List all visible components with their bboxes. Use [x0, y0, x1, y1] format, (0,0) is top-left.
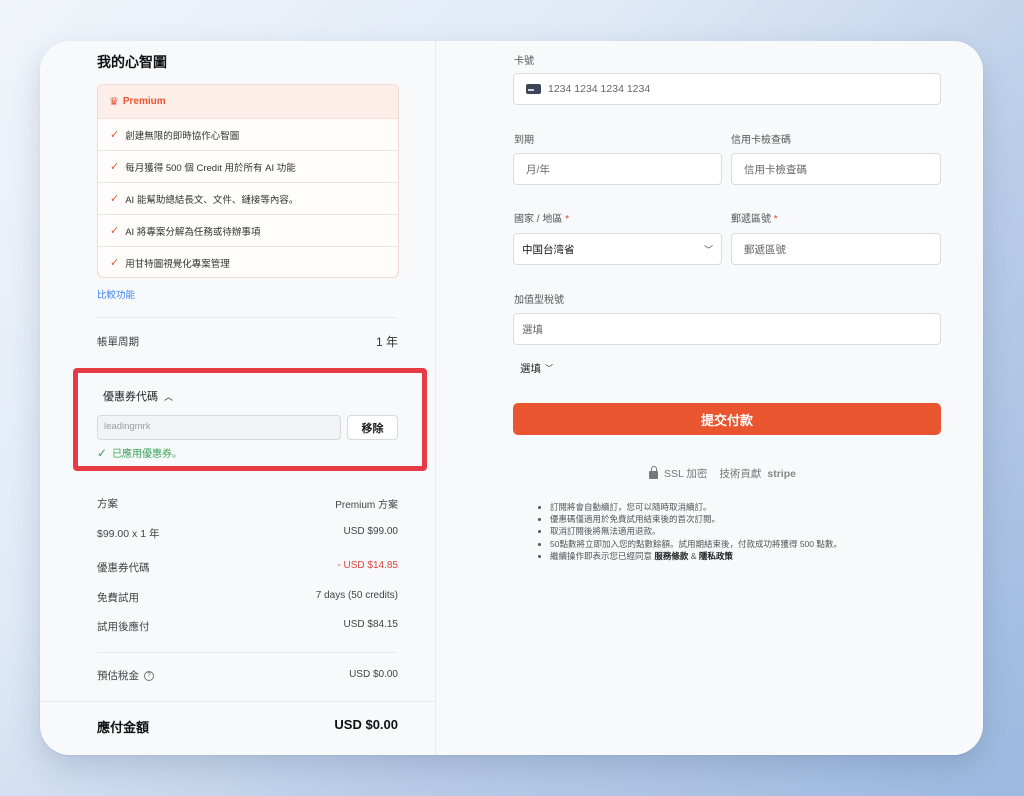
terms-link[interactable]: 服務條款 — [654, 551, 688, 561]
divider — [97, 317, 397, 318]
secure-badge: SSL 加密 技術貢獻 stripe — [649, 466, 796, 481]
terms-notes: 訂閱將會自動續訂，您可以隨時取消續訂。 優惠碼僅適用於免費試用結束後的首次訂閱。… — [540, 501, 930, 562]
summary-label: 試用後應付 — [97, 621, 150, 633]
summary-label: 免費試用 — [97, 592, 139, 604]
submit-payment-button[interactable]: 提交付款 — [513, 403, 941, 435]
check-icon: ✓ — [110, 161, 120, 173]
coupon-input[interactable]: leadingmrk — [97, 415, 341, 440]
check-icon: ✓ — [110, 225, 120, 237]
note-item: 50點數將立即加入您的點數餘額。試用期結束後，付款成功將獲得 500 點數。 — [550, 538, 930, 550]
note-item: 優惠碼僅適用於免費試用結束後的首次訂閱。 — [550, 513, 930, 525]
plan-features-box: ♛ Premium ✓ 創建無限的即時協作心智圖 ✓ 每月獲得 500 個 Cred… — [97, 84, 399, 278]
privacy-link[interactable]: 隱私政策 — [699, 551, 733, 561]
coupon-toggle[interactable]: 優惠券代碼 ︿ — [103, 388, 173, 404]
plan-name: Premium — [122, 96, 166, 107]
payment-form-panel: 卡號 1234 1234 1234 1234 到期 月/年 信用卡檢查碼 信用卡… — [436, 41, 983, 755]
card-number-input[interactable]: 1234 1234 1234 1234 — [513, 73, 941, 105]
note-item: 訂閱將會自動續訂，您可以隨時取消續訂。 — [550, 501, 930, 513]
lock-icon — [649, 466, 658, 479]
feature-item: ✓ AI 將專案分解為任務或待辦事項 — [98, 215, 398, 247]
summary-value: USD $99.00 — [343, 526, 398, 537]
zip-input[interactable]: 郵遞區號 — [731, 233, 941, 265]
billing-cycle-value[interactable]: 1 年 — [376, 333, 398, 350]
country-select[interactable]: 中国台湾省 ﹀ — [513, 233, 722, 265]
check-icon: ✓ — [110, 129, 120, 141]
order-summary-panel: 我的心智圖 ♛ Premium ✓ 創建無限的即時協作心智圖 ✓ 每月獲得 500 … — [40, 41, 436, 755]
expiry-input[interactable]: 月/年 — [513, 153, 722, 185]
billing-cycle-label: 帳單周期 — [97, 336, 139, 348]
chevron-down-icon: ﹀ — [703, 244, 713, 255]
discount-value: - USD $14.85 — [337, 560, 398, 571]
zip-label: 郵遞區號 * — [731, 214, 778, 225]
feature-item: ✓ 用甘特圖視覺化專案管理 — [110, 257, 230, 270]
card-number-label: 卡號 — [514, 56, 534, 67]
compare-features-link[interactable]: 比較功能 — [97, 287, 135, 301]
summary-label: $99.00 x 1 年 — [97, 528, 160, 540]
tax-value: USD $0.00 — [349, 669, 398, 680]
summary-value: USD $84.15 — [343, 619, 398, 630]
feature-item: ✓ AI 能幫助總結長文、文件、鏈接等內容。 — [98, 183, 398, 215]
feature-item: ✓ 每月獲得 500 個 Credit 用於所有 AI 功能 — [98, 151, 398, 183]
check-icon: ✓ — [110, 257, 120, 269]
cvc-input[interactable]: 信用卡檢查碼 — [731, 153, 941, 185]
divider — [97, 652, 397, 653]
expiry-label: 到期 — [514, 135, 534, 146]
cvc-label: 信用卡檢查碼 — [731, 135, 791, 146]
vat-input[interactable]: 選填 — [513, 313, 941, 345]
remove-coupon-button[interactable]: 移除 — [347, 415, 398, 440]
page-title: 我的心智圖 — [97, 54, 167, 70]
required-mark: * — [565, 214, 570, 225]
country-label: 國家 / 地區 * — [514, 214, 570, 225]
coupon-applied-status: ✓ 已應用優惠券。 — [97, 445, 183, 461]
feature-item: ✓ 創建無限的即時協作心智圖 — [98, 119, 398, 151]
check-icon: ✓ — [110, 193, 120, 205]
total-value: USD $0.00 — [334, 717, 398, 732]
checkout-card: 我的心智圖 ♛ Premium ✓ 創建無限的即時協作心智圖 ✓ 每月獲得 500 … — [40, 41, 983, 755]
note-item: 取消訂閱後將無法適用退款。 — [550, 525, 930, 537]
chevron-down-icon: ﹀ — [545, 364, 553, 373]
required-mark: * — [773, 214, 778, 225]
tax-label: 預估稅金 ? — [97, 668, 154, 683]
summary-value: 7 days (50 credits) — [315, 590, 398, 601]
chevron-up-icon: ︿ — [164, 391, 174, 402]
optional-toggle[interactable]: 選填 ﹀ — [520, 361, 553, 376]
summary-value: Premium 方案 — [335, 500, 398, 511]
vat-label: 加值型稅號 — [514, 295, 564, 306]
summary-label: 優惠券代碼 — [97, 562, 150, 574]
crown-icon: ♛ — [109, 96, 119, 108]
check-icon: ✓ — [97, 445, 108, 460]
summary-label: 方案 — [97, 498, 118, 510]
help-icon[interactable]: ? — [144, 670, 154, 681]
note-item: 繼續操作即表示您已經同意 服務條款 & 隱私政策 — [550, 550, 930, 562]
credit-card-icon — [526, 84, 541, 94]
divider — [40, 701, 436, 702]
plan-header: ♛ Premium — [98, 85, 398, 119]
stripe-logo: stripe — [767, 467, 796, 480]
total-label: 應付金額 — [97, 720, 150, 735]
